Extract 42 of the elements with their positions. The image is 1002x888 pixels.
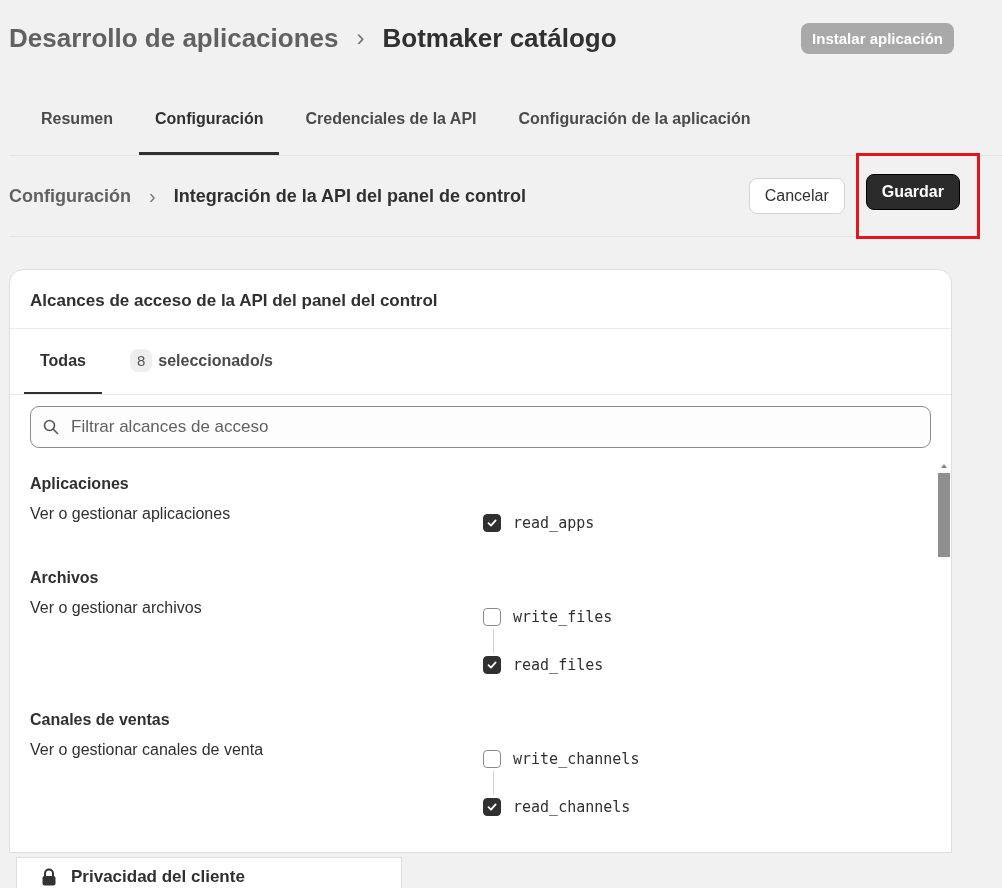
scope-name: read_files (513, 656, 604, 674)
tab[interactable]: 8 seleccionado/s (113, 329, 289, 394)
scroll-up-icon[interactable] (940, 463, 948, 469)
scope-name: write_channels (513, 750, 640, 768)
tab[interactable]: Todas (24, 329, 102, 394)
card-title: Alcances de acceso de la API del panel del control (10, 270, 951, 329)
section-title: Integración de la API del panel de control (173, 185, 527, 207)
tab[interactable]: Resumen (25, 85, 130, 155)
cancel-button[interactable]: Cancelar (748, 178, 845, 214)
save-button[interactable]: Guardar (865, 174, 960, 210)
checkbox[interactable] (483, 608, 501, 626)
checkbox[interactable] (483, 798, 501, 816)
scrollbar-thumb[interactable] (938, 473, 950, 557)
search-field[interactable]: Filtrar alcances de acceso (30, 406, 931, 448)
page-title: Botmaker catálogo (382, 22, 617, 54)
group-description: Ver o gestionar archivos (30, 599, 203, 618)
breadcrumb-link[interactable]: Desarrollo de aplicaciones (9, 22, 339, 54)
search-input[interactable]: Filtrar alcances de acceso (69, 416, 918, 438)
checkbox[interactable] (483, 750, 501, 768)
breadcrumb-separator: › (149, 184, 156, 208)
check-icon (486, 517, 498, 529)
lock-icon (41, 868, 57, 886)
count-badge: 8 (129, 349, 153, 372)
menu-item[interactable]: Privacidad del cliente (16, 857, 402, 888)
group-title: Archivos (30, 569, 100, 587)
tab[interactable]: Configuración de la aplicación (502, 85, 767, 155)
group-title: Canales de ventas (30, 711, 171, 729)
breadcrumb-separator: › (356, 24, 365, 52)
group-description: Ver o gestionar aplicaciones (30, 505, 232, 524)
group-title: Aplicaciones (30, 475, 130, 493)
check-icon (486, 659, 498, 671)
tab[interactable]: Configuración (139, 85, 280, 155)
group-description: Ver o gestionar canales de venta (30, 741, 265, 760)
checkbox[interactable] (483, 514, 501, 532)
scope-name: write_files (513, 608, 613, 626)
scope-name: read_channels (513, 798, 631, 816)
checkbox[interactable] (483, 656, 501, 674)
scope-name: read_apps (513, 514, 595, 532)
tab[interactable]: Credenciales de la API (289, 85, 493, 155)
check-icon (486, 801, 498, 813)
breadcrumb-link[interactable]: Configuración (9, 185, 131, 207)
search-icon (43, 419, 59, 435)
